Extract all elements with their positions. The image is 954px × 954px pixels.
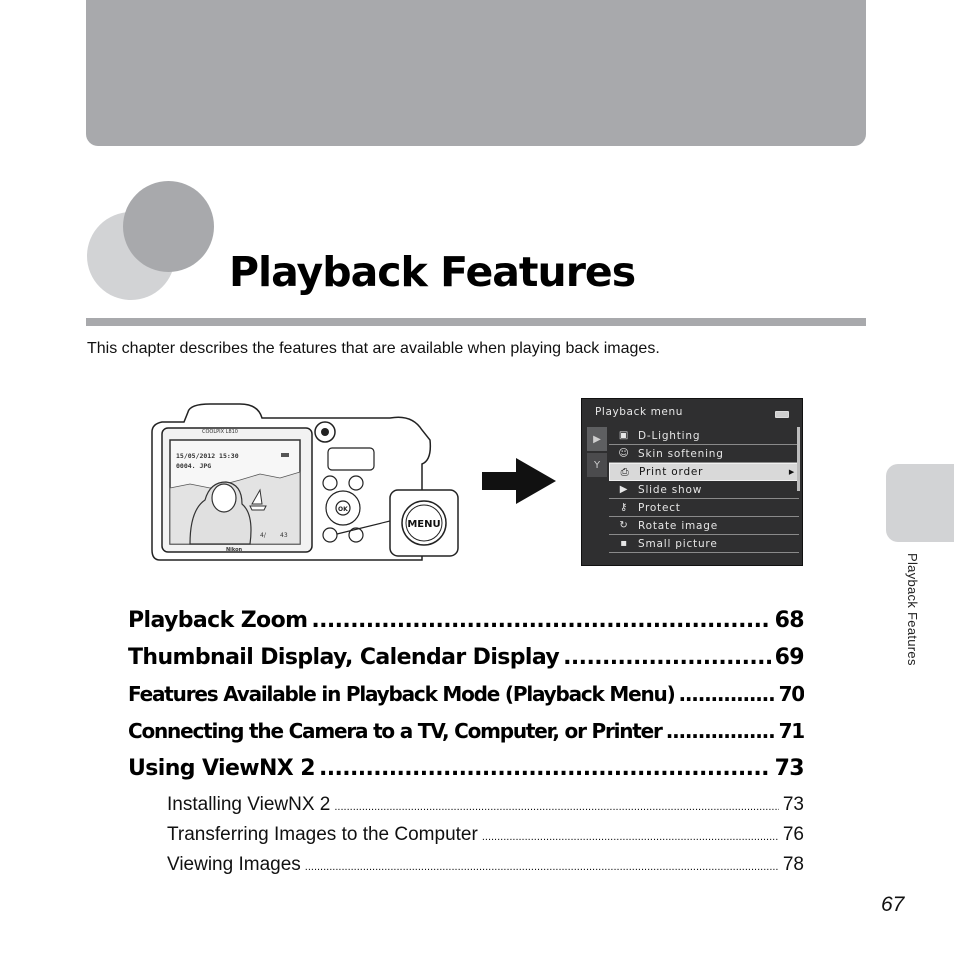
protect-key-icon: ⚷	[619, 502, 629, 513]
chapter-circle-dark	[123, 181, 214, 272]
menu-item-label: D-Lighting	[638, 429, 701, 442]
screen-counter-left: 4/	[260, 532, 267, 539]
toc-page-number: 70	[778, 682, 804, 706]
toc-entry-thumbnail-display[interactable]: Thumbnail Display, Calendar Display69	[128, 645, 804, 682]
toc-page-number: 73	[774, 756, 804, 781]
toc-entry-using-viewnx[interactable]: Using ViewNX 273	[128, 756, 804, 793]
chapter-title: Playback Features	[229, 248, 636, 296]
skin-softening-icon: ☺	[618, 448, 630, 459]
menu-item-label: Rotate image	[638, 519, 719, 532]
screen-date: 15/05/2012 15:30	[176, 452, 239, 460]
menu-item-print-order[interactable]: ⎙ Print order ▶	[609, 463, 799, 481]
slide-show-icon: ▶	[619, 484, 629, 495]
small-picture-icon: ▪	[620, 538, 628, 549]
print-order-icon: ⎙	[620, 466, 630, 478]
menu-item-label: Protect	[638, 501, 681, 514]
right-arrow-icon	[482, 458, 556, 504]
screen-battery-icon	[281, 453, 289, 457]
side-tab-label: Playback Features	[905, 553, 920, 666]
shooting-mode-button	[322, 475, 338, 491]
menu-item-label: Skin softening	[638, 447, 724, 460]
playback-tab-icon[interactable]: ▶	[587, 427, 607, 451]
menu-item-d-lighting[interactable]: ▣ D-Lighting	[609, 427, 799, 445]
title-divider	[86, 318, 866, 326]
toc-page-number: 71	[778, 719, 804, 743]
toc-page-number: 78	[782, 854, 804, 875]
playback-menu-screen: Playback menu ▶ Y ▣ D-Lighting ☺ Skin soft…	[581, 398, 803, 566]
menu-item-list: ▣ D-Lighting ☺ Skin softening ⎙ Print order…	[609, 427, 799, 553]
menu-button-label: MENU	[407, 519, 440, 530]
screen-counter-right: 43	[280, 532, 288, 539]
chapter-intro: This chapter describes the features that…	[87, 340, 660, 357]
toc-page-number: 76	[782, 824, 804, 845]
toc-entry-connecting-camera[interactable]: Connecting the Camera to a TV, Computer,…	[128, 719, 804, 756]
table-of-contents: Playback Zoom68 Thumbnail Display, Calen…	[128, 608, 804, 793]
toc-page-number: 68	[774, 608, 804, 633]
page-number: 67	[881, 893, 905, 916]
ok-button-label: OK	[338, 506, 348, 513]
chapter-side-tab[interactable]	[886, 464, 954, 542]
setup-wrench-icon[interactable]: Y	[587, 453, 607, 477]
toc-subentry-viewing[interactable]: Viewing Images78	[167, 854, 804, 884]
menu-scrollbar[interactable]	[797, 427, 800, 491]
battery-icon	[775, 411, 789, 418]
camera-back-illustration: COOLPIX L810 15/05/2012 15:30 0004. JPG …	[151, 403, 459, 561]
menu-item-label: Small picture	[638, 537, 718, 550]
menu-header-title: Playback menu	[595, 406, 683, 418]
screen-filename: 0004. JPG	[176, 462, 211, 470]
toc-entry-playback-menu[interactable]: Features Available in Playback Mode (Pla…	[128, 682, 804, 719]
menu-item-rotate-image[interactable]: ↻ Rotate image	[609, 517, 799, 535]
playback-button	[348, 475, 364, 491]
camera-model-label: COOLPIX L810	[202, 429, 238, 435]
submenu-arrow-icon: ▶	[788, 468, 795, 476]
toc-subentry-transferring[interactable]: Transferring Images to the Computer76	[167, 824, 804, 854]
chapter-header-band	[86, 0, 866, 146]
toc-subentry-installing[interactable]: Installing ViewNX 273	[167, 794, 804, 824]
menu-item-protect[interactable]: ⚷ Protect	[609, 499, 799, 517]
toc-entry-playback-zoom[interactable]: Playback Zoom68	[128, 608, 804, 645]
table-of-contents-sub: Installing ViewNX 273 Transferring Image…	[167, 794, 804, 884]
menu-item-skin-softening[interactable]: ☺ Skin softening	[609, 445, 799, 463]
camera-brand-label: Nikon	[226, 547, 243, 553]
camera-menu-button	[322, 527, 338, 543]
menu-item-small-picture[interactable]: ▪ Small picture	[609, 535, 799, 553]
menu-item-label: Slide show	[638, 483, 703, 496]
d-lighting-icon: ▣	[618, 430, 630, 441]
menu-item-slide-show[interactable]: ▶ Slide show	[609, 481, 799, 499]
toc-page-number: 73	[782, 794, 804, 815]
viewfinder-panel	[327, 447, 375, 471]
rotate-image-icon: ↻	[619, 520, 629, 531]
menu-item-label: Print order	[639, 466, 704, 478]
toc-page-number: 69	[774, 645, 804, 670]
